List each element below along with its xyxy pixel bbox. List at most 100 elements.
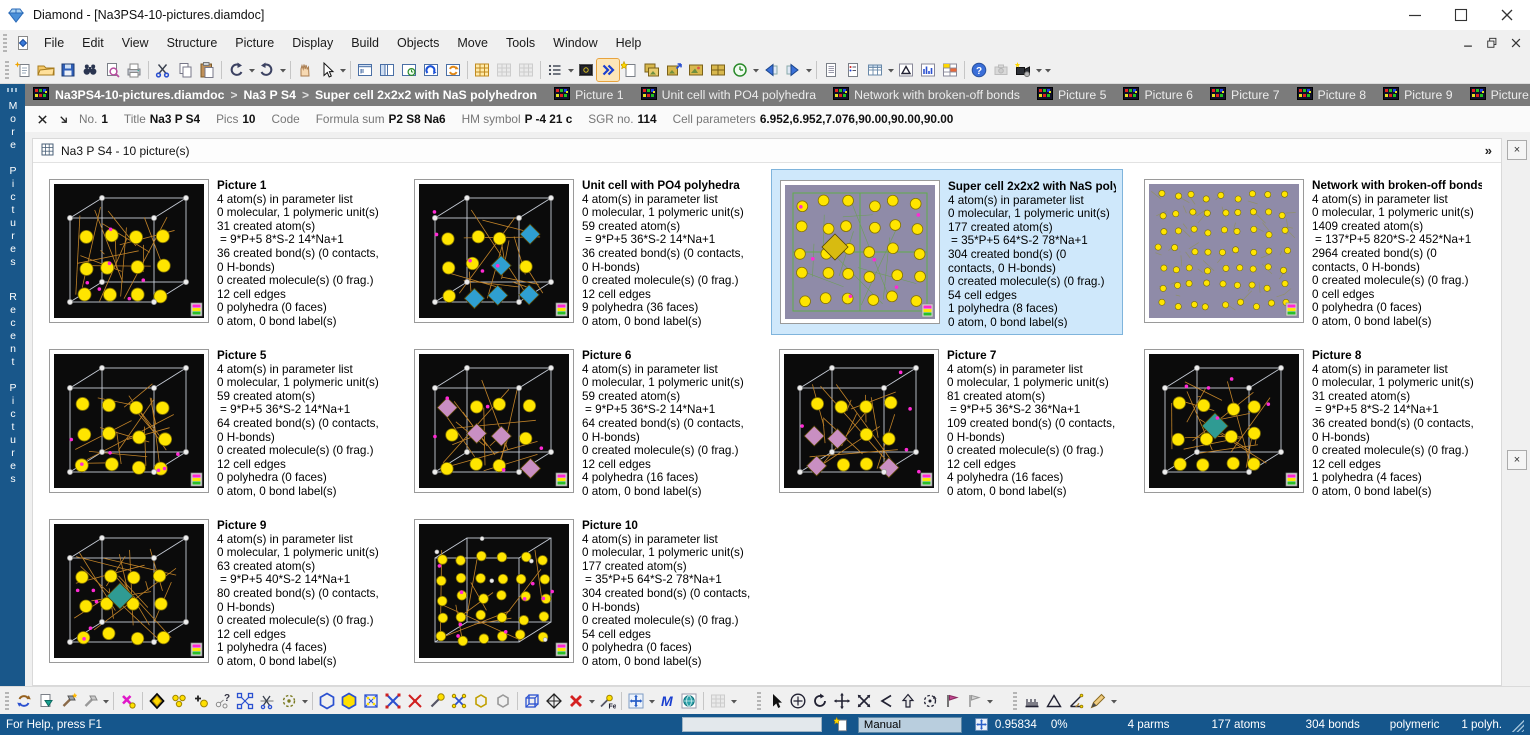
picture-thumbnail-1[interactable] [49, 179, 209, 323]
breadcrumb[interactable]: Na3PS4-10-pictures.diamdoc > Na3 P S4 > … [33, 87, 537, 103]
add-atoms-icon[interactable] [168, 690, 190, 712]
menu-view[interactable]: View [113, 32, 158, 54]
list-options-dropdown-icon[interactable] [566, 59, 575, 81]
viewing-direction-icon[interactable] [625, 690, 647, 712]
picture-history-dropdown-icon[interactable] [751, 59, 760, 81]
menubar-grip[interactable] [3, 34, 7, 52]
pan-mode-icon[interactable] [294, 59, 316, 81]
picture-thumbnail-10[interactable] [414, 519, 574, 663]
contacts-icon[interactable] [404, 690, 426, 712]
duplicate-picture-icon[interactable] [663, 59, 685, 81]
video-dropdown-icon[interactable] [1034, 59, 1043, 81]
rotate-tool-icon[interactable] [809, 690, 831, 712]
split-view-icon[interactable] [376, 59, 398, 81]
menu-picture[interactable]: Picture [226, 32, 283, 54]
picture-thumbnail-5[interactable] [49, 349, 209, 493]
redo-icon[interactable] [256, 59, 278, 81]
toolbar-grip[interactable] [757, 692, 761, 710]
refresh-view-icon[interactable] [442, 59, 464, 81]
break-bonds-icon[interactable] [256, 690, 278, 712]
grid-off-dropdown-icon[interactable] [729, 690, 738, 712]
distance-measure-icon[interactable] [1021, 690, 1043, 712]
add-atom-icon[interactable] [146, 690, 168, 712]
breadcrumb-structure[interactable]: Na3 P S4 [244, 88, 296, 102]
more-pictures-pane-tab[interactable]: More Pictures [0, 100, 25, 269]
redo-dropdown-icon[interactable] [278, 59, 287, 81]
picture-card-9[interactable]: Picture 94 atom(s) in parameter list0 mo… [41, 509, 393, 675]
data-sheet-icon[interactable] [471, 59, 493, 81]
copy-icon[interactable] [174, 59, 196, 81]
bonding-spheres-icon[interactable] [448, 690, 470, 712]
undo-icon[interactable] [225, 59, 247, 81]
search-atoms-icon[interactable]: ? [212, 690, 234, 712]
more-pictures-icon[interactable] [597, 59, 619, 81]
walk-tool-icon[interactable] [941, 690, 963, 712]
menu-move[interactable]: Move [448, 32, 497, 54]
open-document-icon[interactable] [35, 59, 57, 81]
next-picture-icon[interactable] [782, 59, 804, 81]
toolbar-grip[interactable] [1013, 692, 1017, 710]
picture-card-8[interactable]: Picture 84 atom(s) in parameter list0 mo… [1136, 339, 1488, 505]
picture-history-icon[interactable] [729, 59, 751, 81]
filled-sphere-icon[interactable] [338, 690, 360, 712]
plane-measure-icon[interactable] [1043, 690, 1065, 712]
maximize-button[interactable] [1438, 0, 1484, 30]
pointer-tool-icon[interactable] [765, 690, 787, 712]
picture-card-7[interactable]: Picture 74 atom(s) in parameter list0 mo… [771, 339, 1123, 505]
minimize-button[interactable] [1392, 0, 1438, 30]
breadcrumb-picture[interactable]: Super cell 2x2x2 with NaS polyhedron [315, 88, 537, 102]
coordination-sphere-icon[interactable] [316, 690, 338, 712]
help-icon[interactable]: ? [968, 59, 990, 81]
spin-tool-icon[interactable] [919, 690, 941, 712]
picture-tab-7[interactable]: Picture 8 [1297, 87, 1367, 103]
picture-card-3[interactable]: Super cell 2x2x2 with NaS polyh...4 atom… [771, 169, 1123, 335]
translate-tool-icon[interactable] [831, 690, 853, 712]
navigation-pane-icon[interactable] [354, 59, 376, 81]
toolbar-overflow-icon[interactable] [985, 690, 994, 712]
print-icon[interactable] [123, 59, 145, 81]
mdi-close-button[interactable] [1508, 35, 1524, 51]
table-view-dropdown-icon[interactable] [886, 59, 895, 81]
new-picture-icon[interactable] [619, 59, 641, 81]
close-pane-button-2[interactable]: × [1507, 450, 1527, 470]
draw-tool-icon[interactable] [1087, 690, 1109, 712]
picture-thumbnail-3[interactable] [780, 180, 940, 324]
find-icon[interactable] [79, 59, 101, 81]
properties-icon[interactable] [842, 59, 864, 81]
polyhedra-off-icon[interactable] [492, 690, 514, 712]
viewing-direction-dropdown-icon[interactable] [647, 690, 656, 712]
picture-thumbnail-7[interactable] [779, 349, 939, 493]
atom-designation-icon[interactable]: Fe [596, 690, 618, 712]
cell-axes-icon[interactable] [543, 690, 565, 712]
picture-table-icon[interactable] [707, 59, 729, 81]
rebuild-icon[interactable] [79, 690, 101, 712]
close-record-icon[interactable] [37, 114, 48, 125]
picture-tab-4[interactable]: Picture 5 [1037, 87, 1107, 103]
render-globe-icon[interactable] [678, 690, 700, 712]
cut-icon[interactable] [152, 59, 174, 81]
paste-picture-icon[interactable] [685, 59, 707, 81]
undo-dropdown-icon[interactable] [247, 59, 256, 81]
toolbar-overflow-icon[interactable] [1043, 59, 1052, 81]
picture-tab-2[interactable]: Unit cell with PO4 polyhedra [641, 87, 816, 103]
picture-card-6[interactable]: Picture 64 atom(s) in parameter list0 mo… [406, 339, 758, 505]
copy-picture-icon[interactable] [641, 59, 663, 81]
focus-atom-dropdown-icon[interactable] [300, 690, 309, 712]
table-view-icon[interactable] [864, 59, 886, 81]
menu-window[interactable]: Window [544, 32, 606, 54]
rebuild-dropdown-icon[interactable] [101, 690, 110, 712]
expand-record-icon[interactable] [58, 114, 69, 125]
print-preview-icon[interactable] [101, 59, 123, 81]
restore-view-icon[interactable] [420, 59, 442, 81]
picture-tab-8[interactable]: Picture 9 [1383, 87, 1453, 103]
picture-tab-9[interactable]: Picture 10 [1470, 87, 1530, 103]
picture-card-10[interactable]: Picture 104 atom(s) in parameter list0 m… [406, 509, 758, 675]
strip-grip[interactable] [7, 88, 19, 92]
history-pane-icon[interactable] [398, 59, 420, 81]
update-structure-icon[interactable] [13, 690, 35, 712]
top-view-icon[interactable] [897, 690, 919, 712]
picture-thumbnail-4[interactable] [1144, 179, 1304, 323]
distances-icon[interactable] [895, 59, 917, 81]
build-wizard-icon[interactable] [57, 690, 79, 712]
remove-objects-icon[interactable] [565, 690, 587, 712]
